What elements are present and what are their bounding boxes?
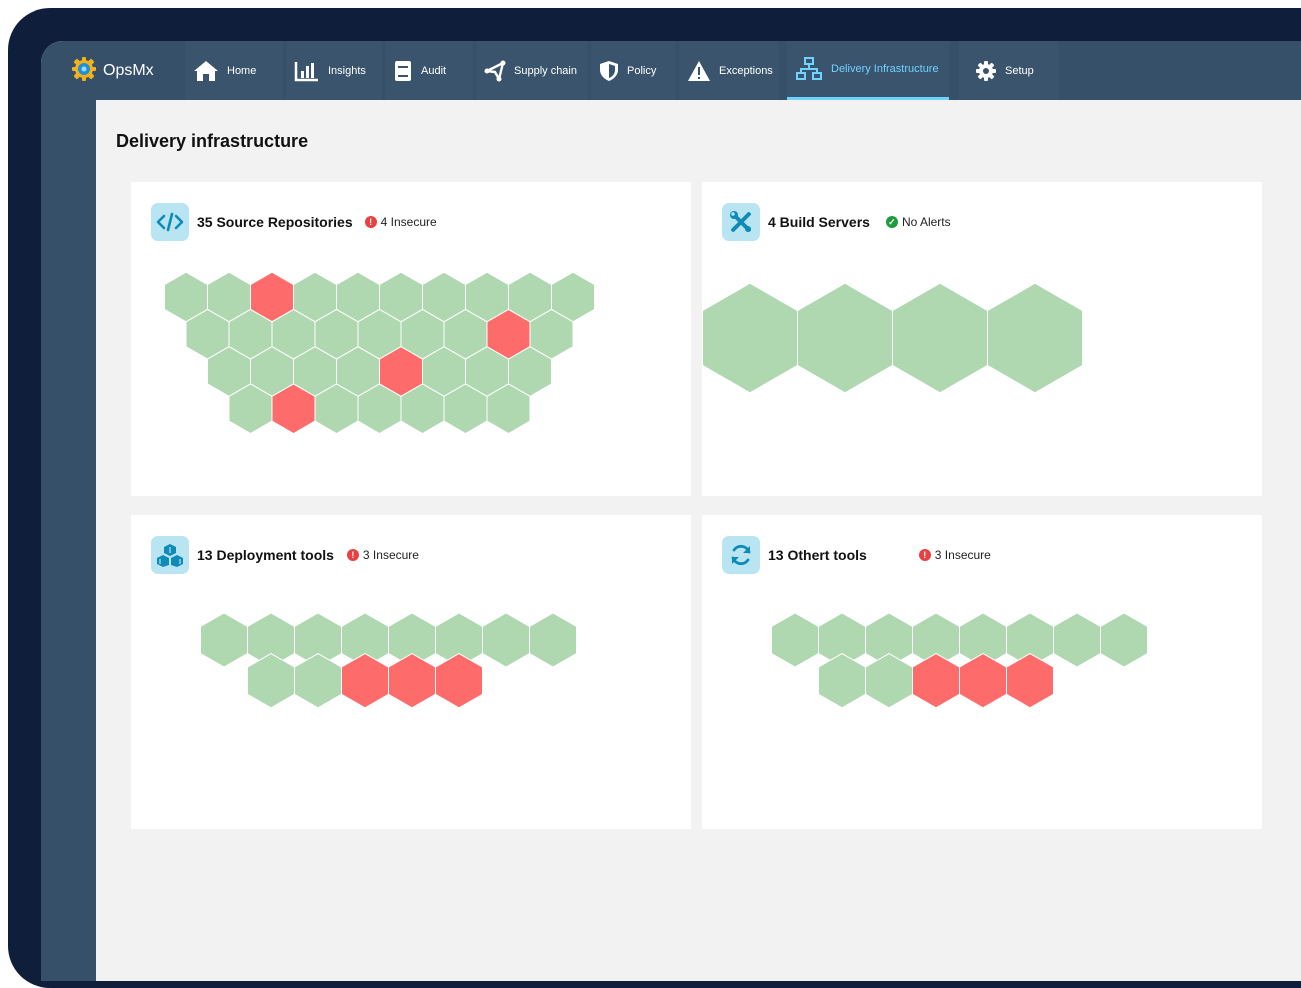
warning-icon (687, 60, 711, 82)
nav-audit[interactable]: Audit (385, 41, 473, 100)
hex-tile-secure[interactable] (247, 653, 295, 709)
hex-tile-secure[interactable] (1100, 612, 1148, 668)
hex-tile-secure[interactable] (482, 612, 530, 668)
nav-label-setup: Setup (1005, 64, 1034, 77)
hex-tile-secure[interactable] (987, 282, 1083, 394)
home-icon (193, 60, 219, 82)
nav-label-home: Home (227, 64, 257, 77)
top-navigation-bar: OpsMx Home Insights Audit Supply chain P… (41, 41, 1301, 100)
card-other-tools[interactable]: 13 Othert tools ! 3 Insecure (702, 515, 1262, 829)
hex-tile-secure[interactable] (529, 612, 577, 668)
nav-label-policy: Policy (627, 64, 657, 77)
hexagon-grid (771, 612, 1148, 709)
hex-tile-secure[interactable] (702, 282, 798, 394)
hex-tile-secure[interactable] (865, 653, 913, 709)
network-icon (795, 57, 823, 81)
hexagon-grid (164, 271, 595, 435)
hex-tile-secure[interactable] (200, 612, 248, 668)
card-source-repositories[interactable]: 35 Source Repositories ! 4 Insecure (131, 182, 691, 496)
hex-tile-insecure[interactable] (912, 653, 960, 709)
card-build-servers[interactable]: 4 Build Servers ✓ No Alerts (702, 182, 1262, 496)
device-frame: OpsMx Home Insights Audit Supply chain P… (8, 8, 1301, 988)
opsmx-logo-icon (71, 56, 97, 87)
nav-insights[interactable]: Insights (286, 41, 382, 100)
nav-label-delivery-infrastructure: Delivery Infrastructure (831, 63, 939, 75)
hex-tile-secure[interactable] (771, 612, 819, 668)
hex-tile-secure[interactable] (892, 282, 988, 394)
hex-tile-secure[interactable] (797, 282, 893, 394)
main-content: Delivery infrastructure 35 Source Reposi… (96, 100, 1301, 981)
brand-logo[interactable]: OpsMx (71, 56, 154, 87)
nav-label-supply-chain: Supply chain (514, 64, 577, 77)
app-screen: OpsMx Home Insights Audit Supply chain P… (41, 41, 1301, 981)
hex-tile-insecure[interactable] (388, 653, 436, 709)
nav-label-exceptions: Exceptions (719, 64, 773, 77)
hex-tile-secure[interactable] (294, 653, 342, 709)
hex-tile-insecure[interactable] (1006, 653, 1054, 709)
card-deployment-tools[interactable]: 13 Deployment tools ! 3 Insecure (131, 515, 691, 829)
brand-name: OpsMx (103, 62, 154, 79)
side-navigation (41, 100, 96, 981)
hexagon-grid (200, 612, 577, 709)
nav-label-audit: Audit (421, 64, 447, 77)
hex-tile-secure[interactable] (1053, 612, 1101, 668)
page-title: Delivery infrastructure (116, 131, 309, 151)
hex-tile-insecure[interactable] (341, 653, 389, 709)
nav-delivery-infrastructure[interactable]: Delivery Infrastructure (787, 41, 949, 100)
nav-setup[interactable]: Setup (959, 41, 1059, 100)
hex-tile-insecure[interactable] (959, 653, 1007, 709)
nav-policy[interactable]: Policy (591, 41, 676, 100)
nav-label-insights: Insights (328, 64, 366, 77)
nav-exceptions[interactable]: Exceptions (679, 41, 779, 100)
hexagon-grid (702, 282, 1083, 394)
hex-tile-secure[interactable] (818, 653, 866, 709)
share-icon (484, 60, 506, 82)
nav-supply-chain[interactable]: Supply chain (476, 41, 588, 100)
gear-icon (975, 60, 997, 82)
hex-tile-insecure[interactable] (435, 653, 483, 709)
book-icon (393, 60, 413, 82)
shield-icon (599, 60, 619, 82)
bar-chart-icon (294, 60, 320, 82)
nav-home[interactable]: Home (185, 41, 283, 100)
